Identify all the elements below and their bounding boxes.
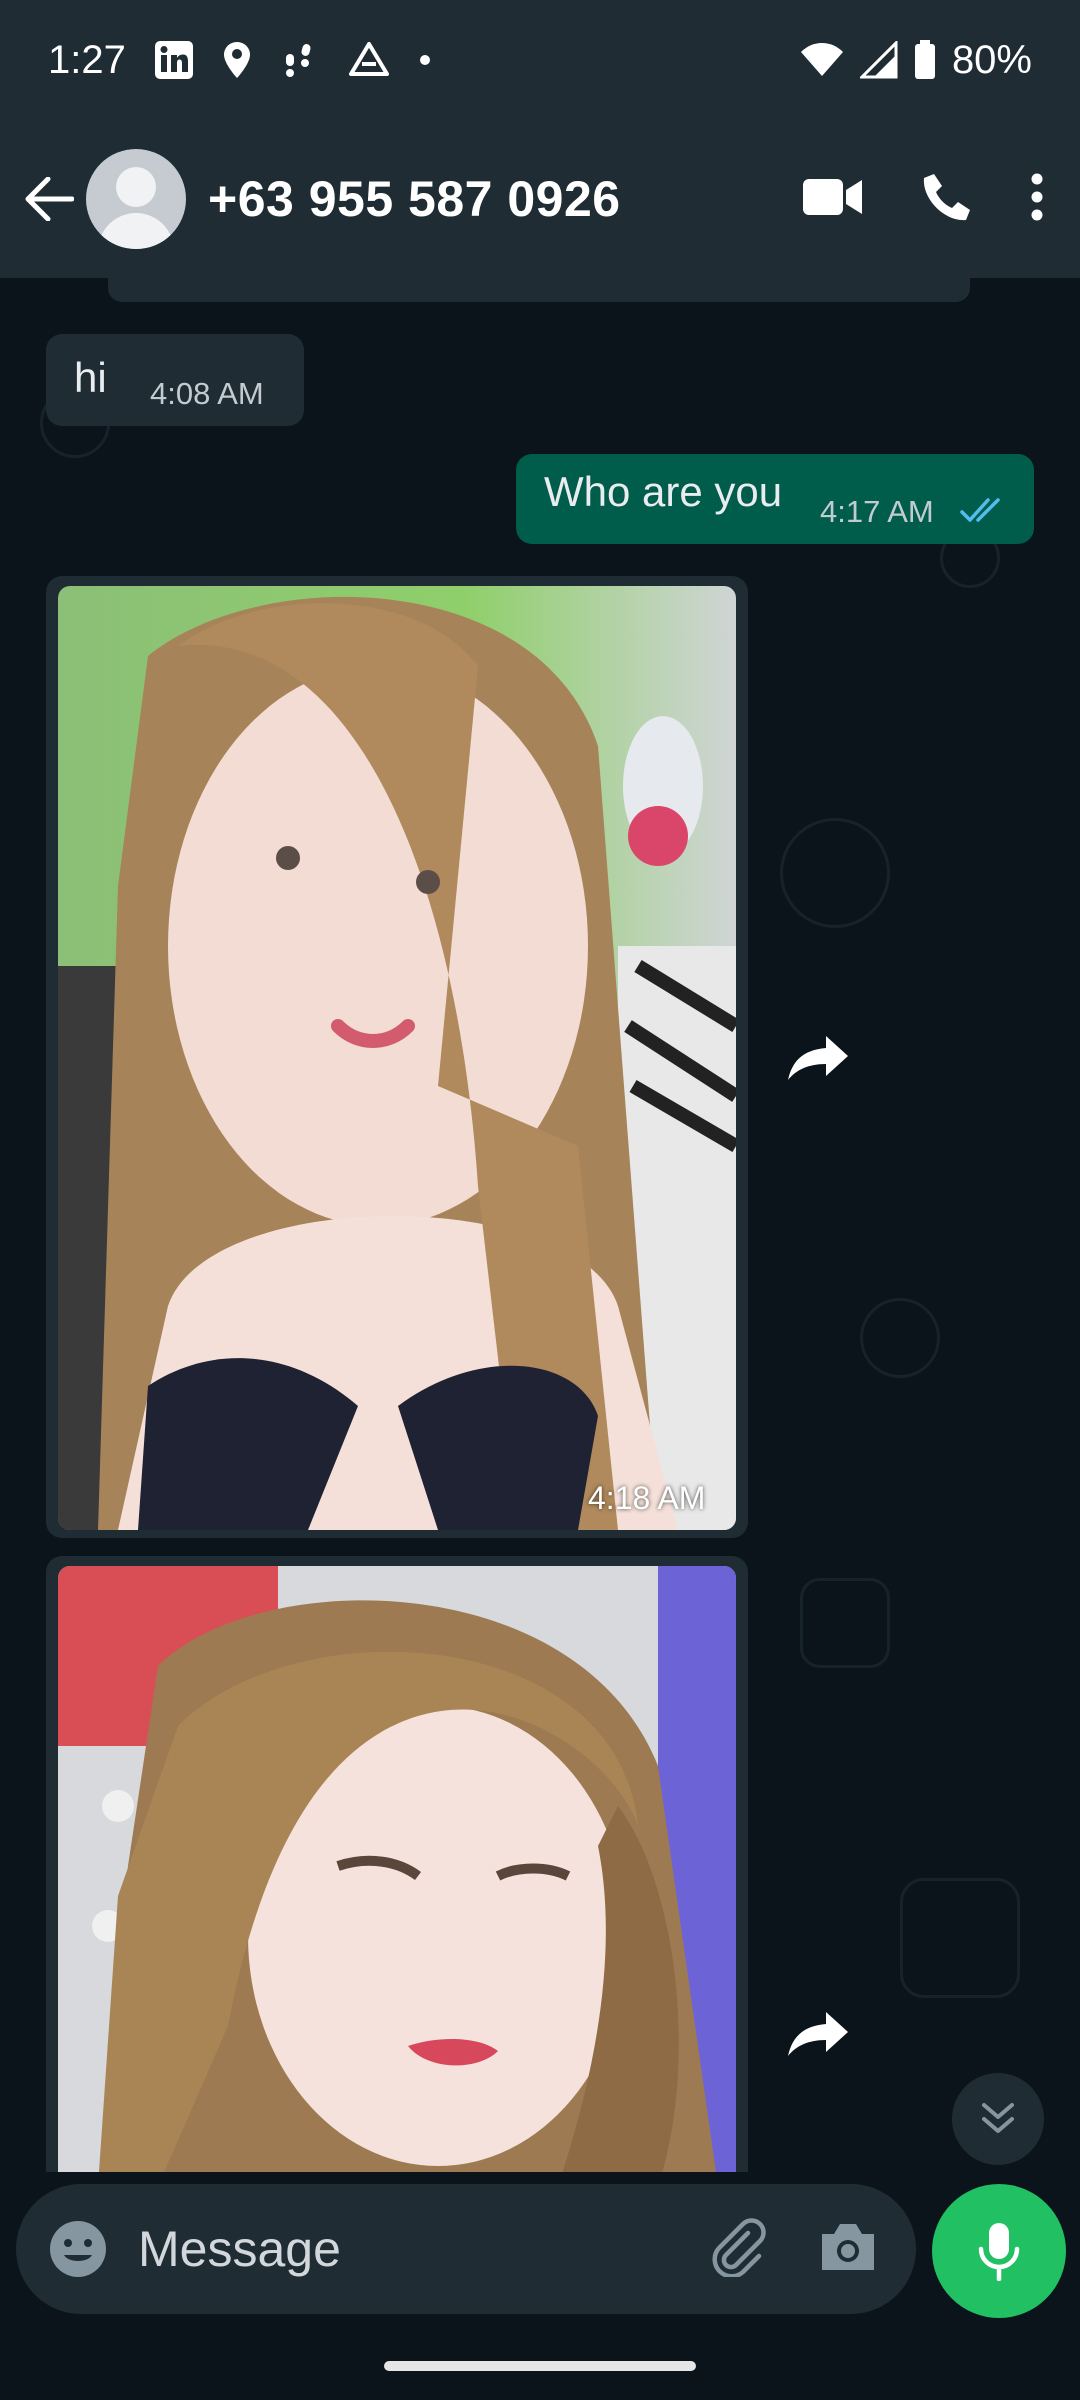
- chat-area[interactable]: hi 4:08 AM Who are you 4:17 AM 4:18 AM: [0, 278, 1080, 2172]
- emoji-button[interactable]: [46, 2217, 110, 2281]
- more-options-button[interactable]: [1030, 172, 1044, 227]
- contact-name[interactable]: +63 955 587 0926: [208, 170, 621, 228]
- microphone-icon: [978, 2223, 1020, 2281]
- message-input[interactable]: Message: [138, 2220, 341, 2278]
- previous-message-bubble: [108, 278, 970, 302]
- camera-icon: [822, 2223, 874, 2270]
- camera-button[interactable]: [818, 2220, 878, 2279]
- message-bubble-incoming[interactable]: hi 4:08 AM: [46, 334, 304, 426]
- image-photo[interactable]: [58, 1566, 736, 2172]
- paperclip-icon: [712, 2217, 766, 2278]
- walking-icon: [280, 40, 320, 80]
- image-message-bubble[interactable]: 4:18 AM: [46, 576, 748, 1538]
- more-options-icon: [1031, 173, 1043, 220]
- wallpaper-doodle: [860, 1298, 940, 1378]
- read-ticks-icon: [960, 496, 1008, 529]
- image-time: 4:18 AM: [588, 1480, 706, 1516]
- navigation-bar: [0, 2320, 1080, 2400]
- wifi-icon: [800, 42, 844, 78]
- attach-button[interactable]: [708, 2217, 768, 2282]
- signal-icon: [859, 41, 898, 79]
- status-time: 1:27: [48, 37, 126, 82]
- voice-call-button[interactable]: [920, 170, 974, 229]
- voice-call-icon: [923, 173, 970, 220]
- video-call-icon: [803, 178, 862, 215]
- message-composer[interactable]: Message: [16, 2184, 916, 2314]
- voice-message-button[interactable]: [932, 2184, 1066, 2318]
- status-bar: 1:27 80%: [0, 0, 1080, 120]
- contact-avatar[interactable]: [86, 149, 186, 249]
- location-icon: [222, 40, 252, 80]
- emoji-icon: [50, 2221, 106, 2277]
- message-text: hi: [74, 354, 107, 401]
- arrow-left-icon: [25, 177, 74, 221]
- forward-button[interactable]: [778, 1018, 858, 1098]
- back-button[interactable]: [4, 149, 94, 249]
- forward-icon: [788, 1036, 848, 1080]
- battery-icon: [914, 40, 936, 80]
- linkedin-icon: [154, 40, 194, 80]
- image-photo[interactable]: [58, 586, 736, 1530]
- chat-header: +63 955 587 0926: [0, 120, 1080, 278]
- message-time: 4:08 AM: [150, 376, 264, 411]
- dot-icon: [418, 53, 432, 67]
- wallpaper-doodle: [780, 818, 890, 928]
- message-text: Who are you: [544, 468, 783, 515]
- video-call-button[interactable]: [802, 176, 864, 223]
- message-time: 4:17 AM: [820, 494, 934, 529]
- message-bubble-outgoing[interactable]: Who are you 4:17 AM: [516, 454, 1034, 544]
- battery-percent: 80%: [951, 37, 1032, 82]
- wallpaper-doodle: [900, 1878, 1020, 1998]
- forward-icon: [788, 2012, 848, 2056]
- drive-icon: [348, 40, 390, 80]
- wallpaper-doodle: [800, 1578, 890, 1668]
- home-gesture-handle[interactable]: [384, 2361, 696, 2371]
- double-chevron-down-icon: [982, 2103, 1014, 2133]
- scroll-to-bottom-button[interactable]: [952, 2073, 1044, 2165]
- image-message-bubble[interactable]: [46, 1556, 748, 2172]
- forward-button[interactable]: [778, 1994, 858, 2074]
